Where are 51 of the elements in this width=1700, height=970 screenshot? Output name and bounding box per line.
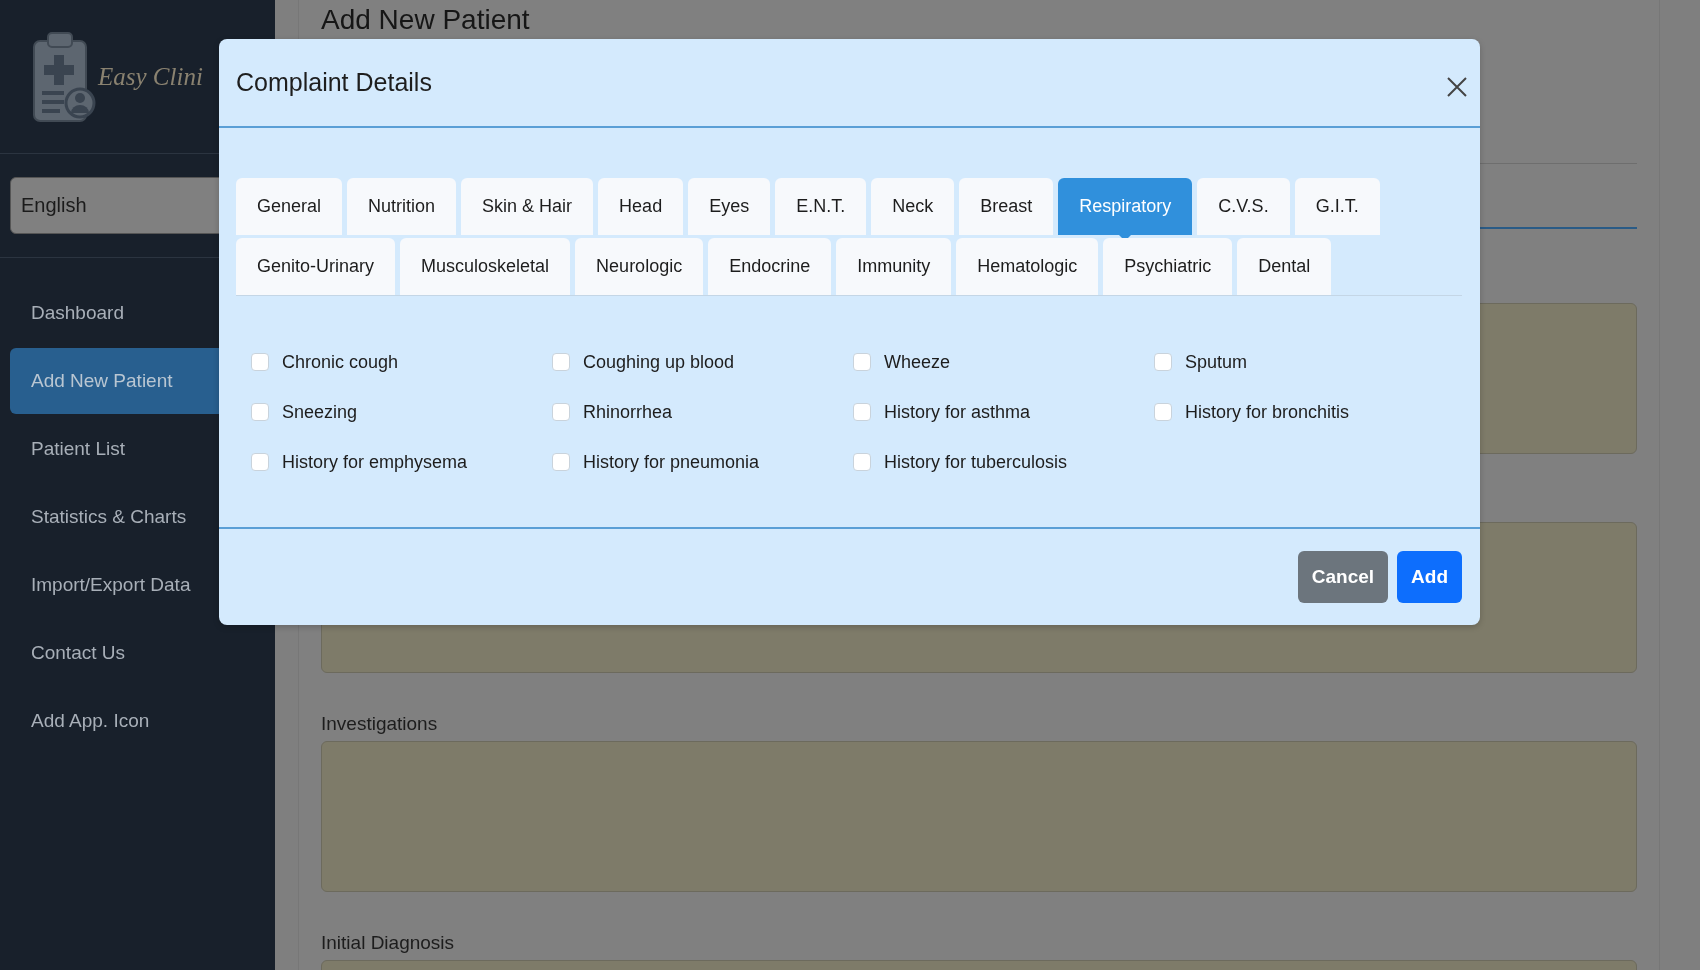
category-tab[interactable]: Head: [598, 178, 684, 235]
category-tab[interactable]: Eyes: [688, 178, 771, 235]
category-tab[interactable]: Neck: [871, 178, 955, 235]
checkbox-label: Wheeze: [884, 351, 951, 373]
field-label: Initial Diagnosis: [321, 931, 456, 955]
checkbox-label: Rhinorrhea: [583, 401, 673, 423]
category-tab[interactable]: C.V.S.: [1197, 178, 1290, 235]
category-tab[interactable]: General: [236, 178, 343, 235]
category-tab[interactable]: Skin & Hair: [461, 178, 594, 235]
checkbox[interactable]: [552, 453, 570, 471]
nav-item[interactable]: Add App. Icon: [10, 688, 275, 754]
checkbox[interactable]: [1154, 403, 1172, 421]
category-tab[interactable]: Musculoskeletal: [400, 238, 571, 295]
checkbox-label: Sneezing: [282, 401, 358, 423]
category-tab[interactable]: G.I.T.: [1294, 178, 1380, 235]
category-tab[interactable]: Neurologic: [575, 238, 704, 295]
text-area[interactable]: [321, 741, 1637, 892]
field-label: Investigations: [321, 712, 439, 736]
category-tab[interactable]: Endocrine: [708, 238, 832, 295]
checkbox[interactable]: [552, 353, 570, 371]
category-tab[interactable]: E.N.T.: [775, 178, 867, 235]
add-button[interactable]: Add: [1397, 551, 1462, 603]
category-tab[interactable]: Breast: [959, 178, 1054, 235]
checkbox-label: History for bronchitis: [1185, 401, 1350, 423]
clipboard-logo-icon: [32, 30, 96, 123]
checkbox-label: Coughing up blood: [583, 351, 735, 373]
checkbox-label: History for tuberculosis: [884, 451, 1068, 473]
checkbox[interactable]: [1154, 353, 1172, 371]
nav-item[interactable]: Contact Us: [10, 620, 275, 686]
checkbox-label: Sputum: [1185, 351, 1248, 373]
category-tab[interactable]: Nutrition: [347, 178, 457, 235]
checkbox-label: Chronic cough: [282, 351, 399, 373]
category-tab[interactable]: Immunity: [836, 238, 952, 295]
checkbox-label: History for pneumonia: [583, 451, 760, 473]
cancel-button[interactable]: Cancel: [1297, 551, 1389, 603]
checkbox[interactable]: [853, 353, 871, 371]
category-tab[interactable]: Dental: [1237, 238, 1332, 295]
checkbox[interactable]: [251, 353, 269, 371]
dialog-title: Complaint Details: [236, 68, 432, 97]
checkbox[interactable]: [552, 403, 570, 421]
checkbox[interactable]: [853, 453, 871, 471]
checkbox-label: History for asthma: [884, 401, 1031, 423]
checkbox[interactable]: [251, 453, 269, 471]
category-tab[interactable]: Genito-Urinary: [236, 238, 396, 295]
checkbox[interactable]: [251, 403, 269, 421]
category-tab[interactable]: Psychiatric: [1103, 238, 1233, 295]
page-title: Add New Patient: [321, 3, 530, 37]
category-tab[interactable]: Hematologic: [956, 238, 1099, 295]
logo-text: Easy Clini: [98, 62, 203, 91]
checkbox[interactable]: [853, 403, 871, 421]
checkbox-label: History for emphysema: [282, 451, 468, 473]
